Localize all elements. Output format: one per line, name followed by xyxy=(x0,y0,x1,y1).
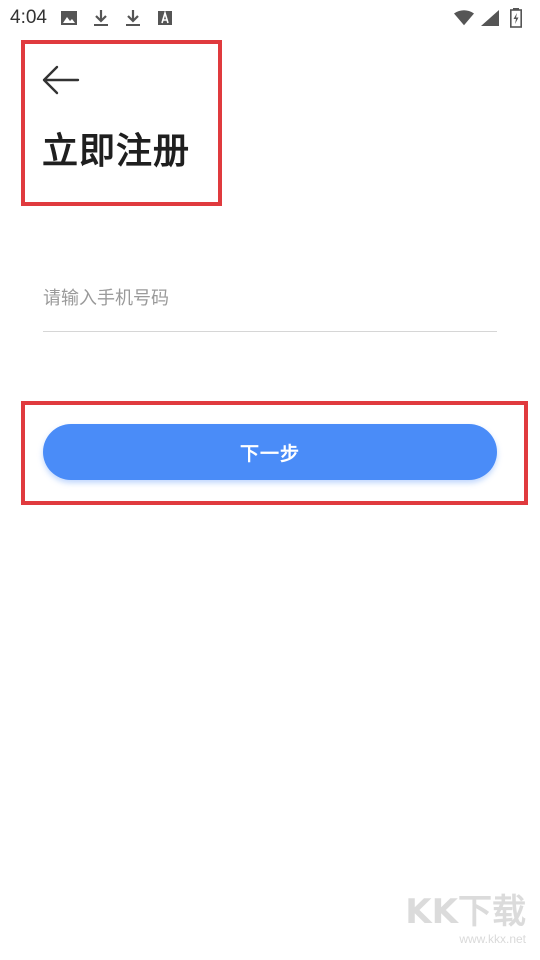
status-right xyxy=(454,8,530,28)
download-icon xyxy=(91,8,111,28)
battery-icon xyxy=(506,8,526,28)
image-icon xyxy=(59,8,79,28)
watermark-logo: KK下载 xyxy=(405,892,526,932)
wifi-icon xyxy=(454,8,474,28)
status-time: 4:04 xyxy=(10,7,47,28)
phone-input[interactable] xyxy=(43,268,497,328)
signal-icon xyxy=(480,8,500,28)
back-button[interactable] xyxy=(38,60,82,104)
next-button[interactable]: 下一步 xyxy=(43,424,497,480)
watermark-url: www.kkx.net xyxy=(459,932,526,946)
status-left: 4:04 xyxy=(10,7,175,29)
watermark: KK下载 www.kkx.net xyxy=(386,892,526,952)
download-icon xyxy=(123,8,143,28)
page-title: 立即注册 xyxy=(42,131,191,172)
phone-field xyxy=(43,268,497,332)
a-text-icon xyxy=(155,8,175,28)
arrow-left-icon xyxy=(40,64,80,100)
status-bar: 4:04 xyxy=(0,0,540,36)
